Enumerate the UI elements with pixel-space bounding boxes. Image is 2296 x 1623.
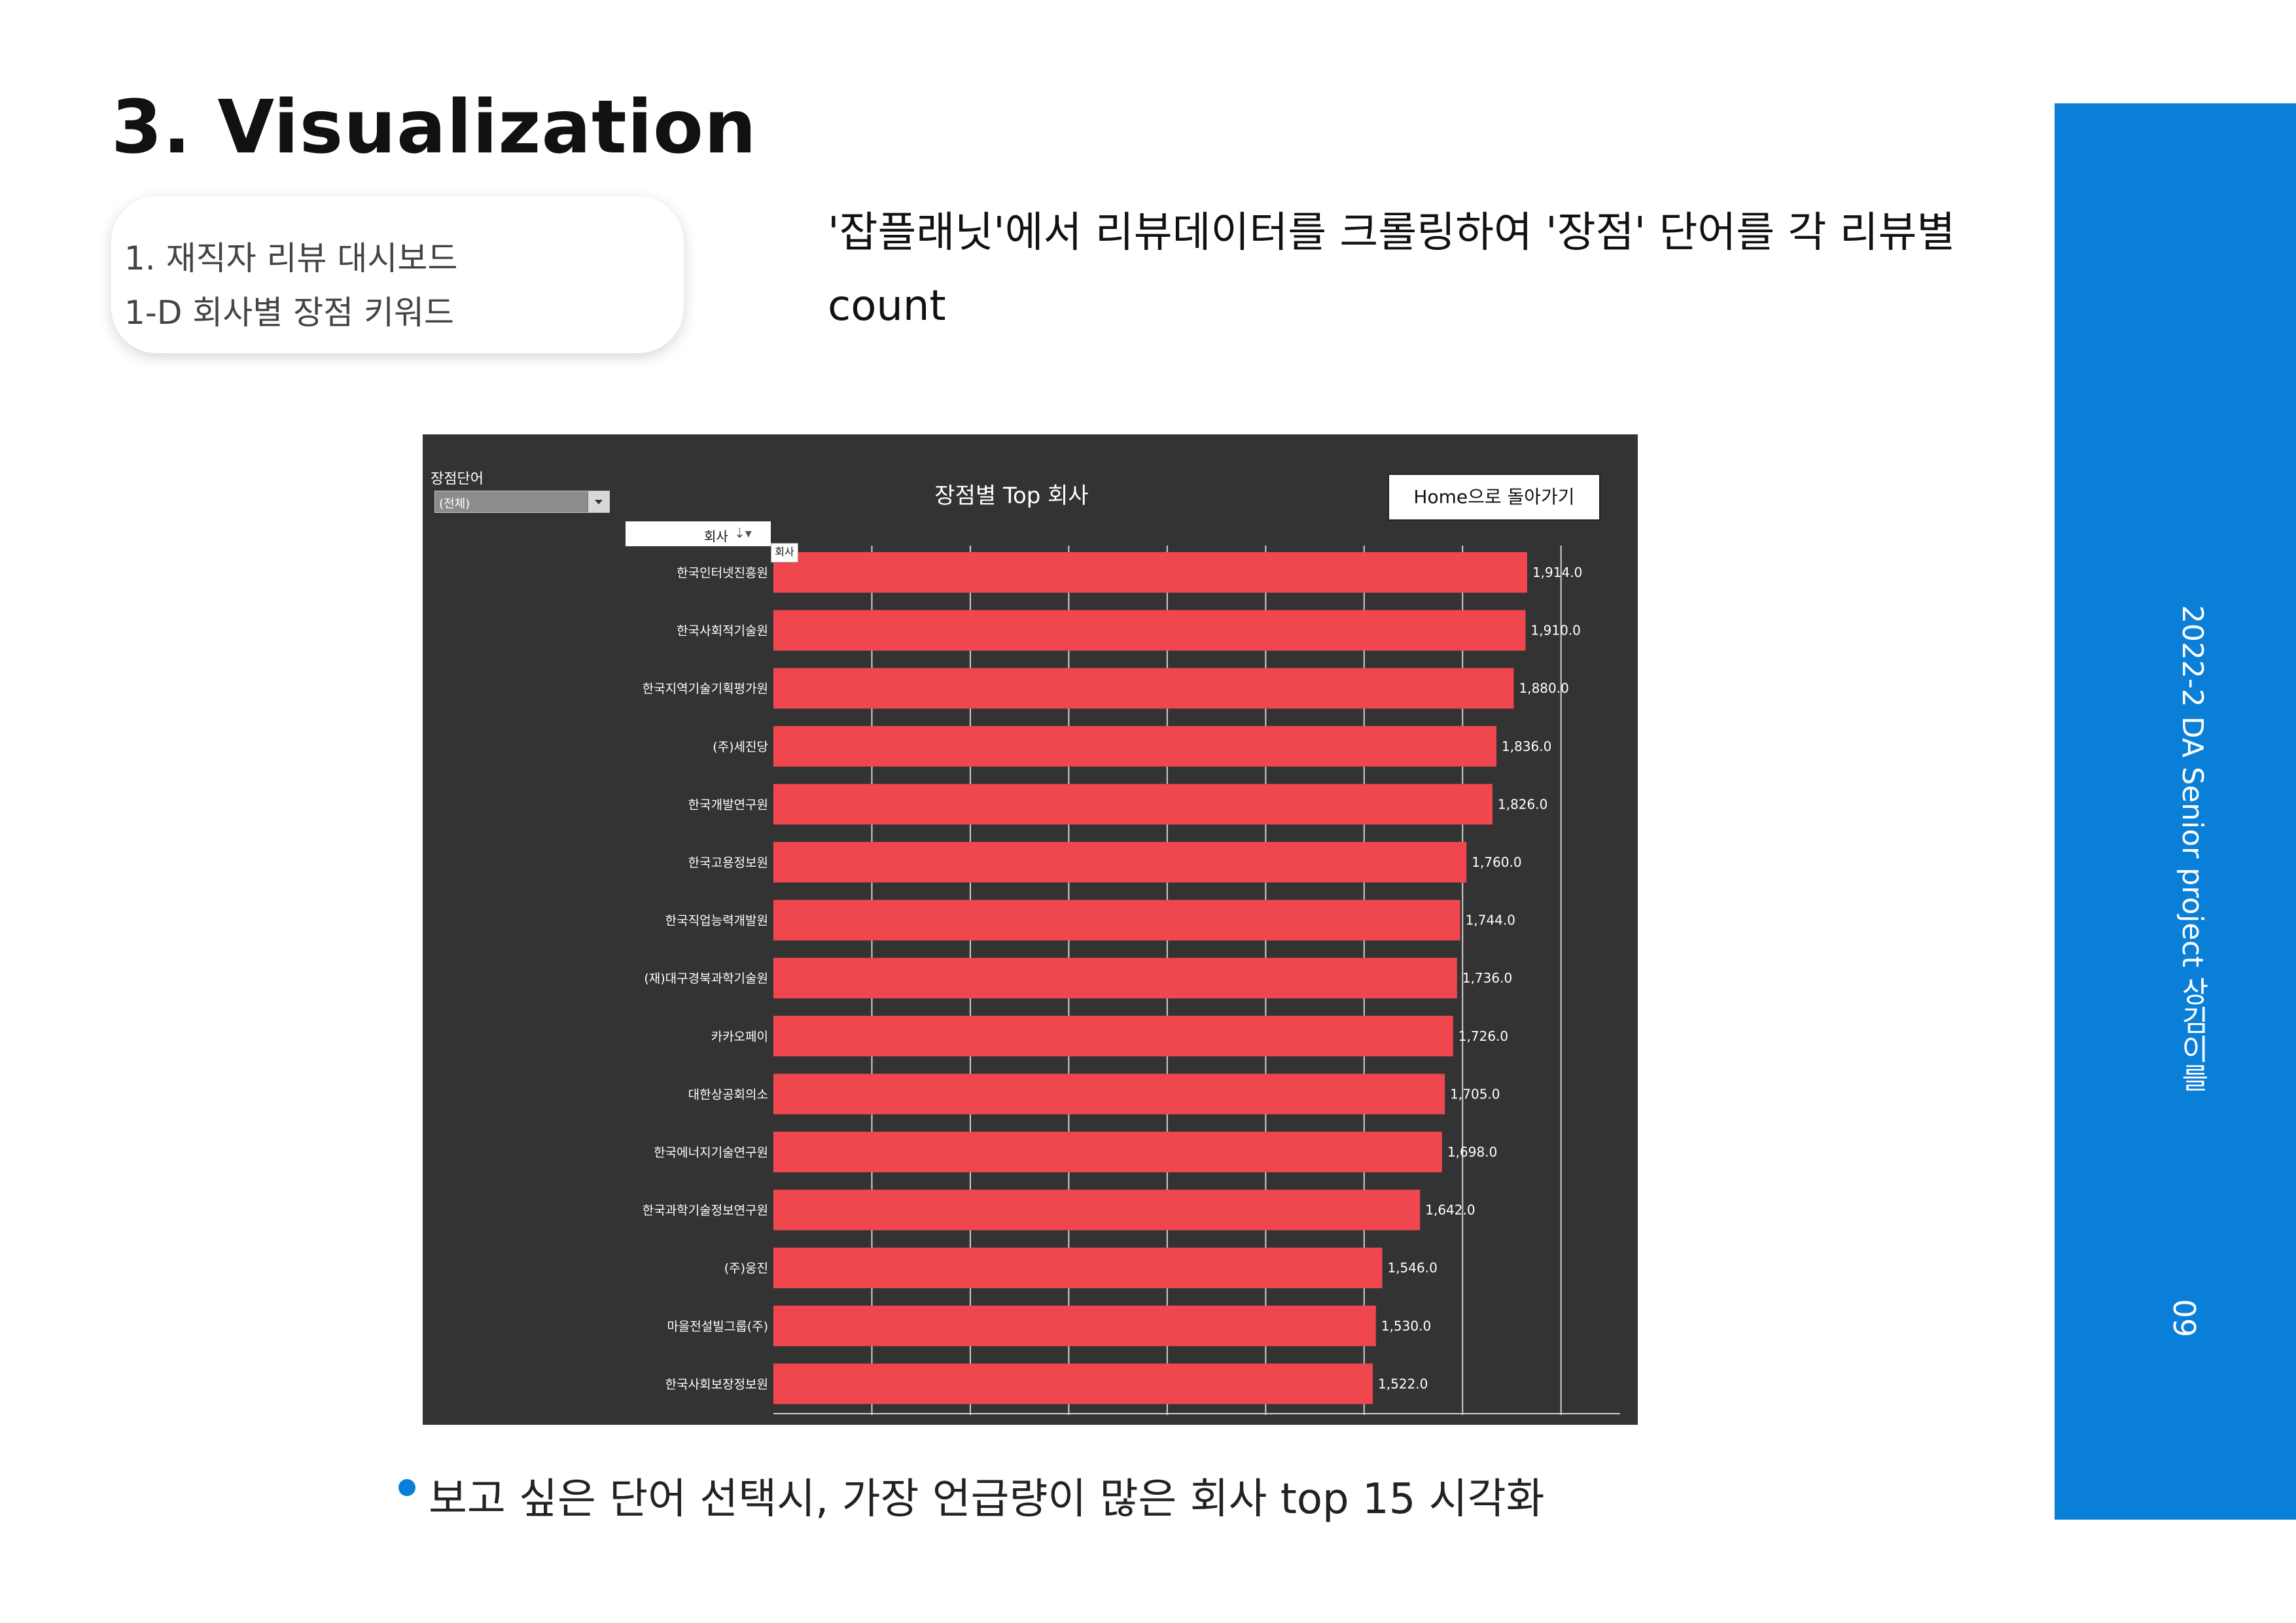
tooltip: 회사: [771, 543, 798, 563]
category-label: (주)웅진: [724, 1261, 768, 1276]
category-label: 마을전설빌그룹(주): [667, 1319, 768, 1334]
category-label: 한국고용정보원: [688, 856, 768, 870]
bar-1[interactable]: [773, 552, 1527, 593]
sidebar-project-label: 2022-2 DA Senior project 상김이를: [2176, 605, 2209, 1092]
category-label: (재)대구경북과학기술원: [644, 971, 768, 986]
value-label: 1,546.0: [1387, 1260, 1437, 1276]
bar-2[interactable]: [773, 610, 1526, 651]
bullet-dot-icon: [398, 1479, 415, 1496]
category-label: 한국지역기술기획평가원: [643, 682, 768, 696]
value-label: 1,880.0: [1519, 680, 1568, 696]
value-label: 1,914.0: [1532, 565, 1582, 580]
value-label: 1,530.0: [1381, 1318, 1431, 1334]
value-label: 1,760.0: [1472, 854, 1521, 870]
bullet-caption: 보고 싶은 단어 선택시, 가장 언급량이 많은 회사 top 15 시각화: [429, 1475, 1545, 1524]
bar-15[interactable]: [773, 1363, 1373, 1405]
value-label: 1,642.0: [1425, 1202, 1475, 1218]
section-subtitle-2: 1-D 회사별 장점 키워드: [124, 294, 455, 332]
bar-12[interactable]: [773, 1189, 1421, 1230]
value-label: 1,736.0: [1462, 970, 1512, 986]
slide-title: 3. Visualization: [111, 85, 757, 170]
bar-chart: 한국인터넷진흥원 1,914.0 한국사회적기술원 1,910.0 한국지역기술기획평가…: [643, 546, 1620, 1415]
category-label: 한국사회보장정보원: [665, 1377, 768, 1391]
bar-14[interactable]: [773, 1305, 1376, 1346]
bar-11[interactable]: [773, 1132, 1442, 1172]
page-number: 09: [2166, 1299, 2202, 1338]
bar-6[interactable]: [773, 842, 1467, 882]
value-label: 1,836.0: [1502, 739, 1551, 754]
category-label: 한국직업능력개발원: [665, 914, 768, 928]
category-label: 한국에너지기술연구원: [654, 1145, 768, 1160]
slide-description: '잡플래닛'에서 리뷰데이터를 크롤링하여 '장점' 단어를 각 리뷰별 cou…: [828, 209, 1956, 330]
bar-9[interactable]: [773, 1015, 1453, 1056]
category-label: 카카오페이: [711, 1030, 768, 1044]
value-label: 1,826.0: [1498, 796, 1547, 812]
value-label: 1,522.0: [1378, 1376, 1428, 1391]
value-label: 1,705.0: [1450, 1086, 1500, 1102]
section-subtitle-1: 1. 재직자 리뷰 대시보드: [124, 239, 458, 277]
value-label: 1,744.0: [1466, 913, 1515, 928]
value-label: 1,910.0: [1531, 623, 1581, 638]
bar-13[interactable]: [773, 1248, 1383, 1289]
bar-3[interactable]: [773, 668, 1514, 709]
category-label: 대한상공회의소: [688, 1087, 768, 1102]
bar-7[interactable]: [773, 899, 1460, 941]
bar-10[interactable]: [773, 1073, 1445, 1115]
section-card: 1. 재직자 리뷰 대시보드 1-D 회사별 장점 키워드: [111, 196, 684, 353]
bar-4[interactable]: [773, 725, 1497, 767]
category-label: 한국과학기술정보연구원: [643, 1204, 768, 1218]
category-label: (주)세진당: [713, 740, 768, 754]
category-label: 한국사회적기술원: [677, 624, 768, 638]
value-label: 1,726.0: [1458, 1028, 1508, 1044]
bar-5[interactable]: [773, 784, 1492, 825]
dashboard-panel: 장점단어 (전체) 장점별 Top 회사 Home으로 돌아가기 회사 ⇣▾ 한…: [423, 434, 1638, 1425]
category-label: 한국개발연구원: [688, 797, 768, 812]
bar-8[interactable]: [773, 958, 1457, 999]
category-label: 한국인터넷진흥원: [677, 566, 768, 580]
value-label: 1,698.0: [1447, 1144, 1497, 1160]
